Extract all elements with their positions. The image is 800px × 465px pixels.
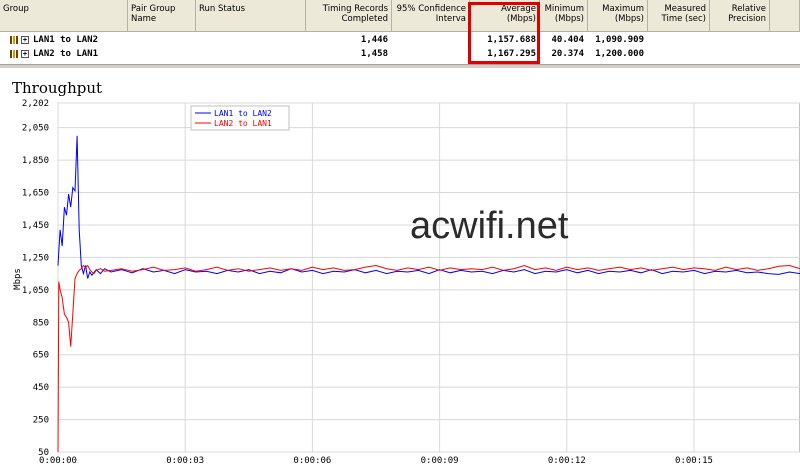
y-tick-label: 1,650 xyxy=(22,189,49,199)
x-tick-label: 0:00:09 xyxy=(421,456,459,465)
throughput-chart: 502504506508501,0501,2501,4501,6501,8502… xyxy=(13,99,800,465)
x-tick-label: 0:00:03 xyxy=(166,456,204,465)
y-tick-label: 650 xyxy=(33,351,49,361)
y-tick-label: 850 xyxy=(33,318,49,328)
plot-area xyxy=(57,102,800,453)
y-tick-label: 2,202 xyxy=(22,99,49,109)
y-tick-label: 450 xyxy=(33,383,49,393)
y-tick-label: 1,450 xyxy=(22,221,49,231)
legend-label: LAN2 to LAN1 xyxy=(214,119,272,128)
x-tick-label: 0:00:06 xyxy=(293,456,331,465)
y-axis-label: Mbps xyxy=(13,268,23,290)
y-tick-label: 2,050 xyxy=(22,124,49,134)
watermark-text: acwifi.net xyxy=(410,205,569,247)
x-tick-label: 0:00:12 xyxy=(548,456,586,465)
x-tick-label: 0:00:15 xyxy=(675,456,713,465)
y-tick-label: 1,850 xyxy=(22,156,49,166)
y-tick-label: 250 xyxy=(33,416,49,426)
x-tick-label: 0:00:00 xyxy=(39,456,77,465)
y-tick-label: 1,250 xyxy=(22,253,49,263)
legend-label: LAN1 to LAN2 xyxy=(214,109,272,118)
y-tick-label: 1,050 xyxy=(22,286,49,296)
